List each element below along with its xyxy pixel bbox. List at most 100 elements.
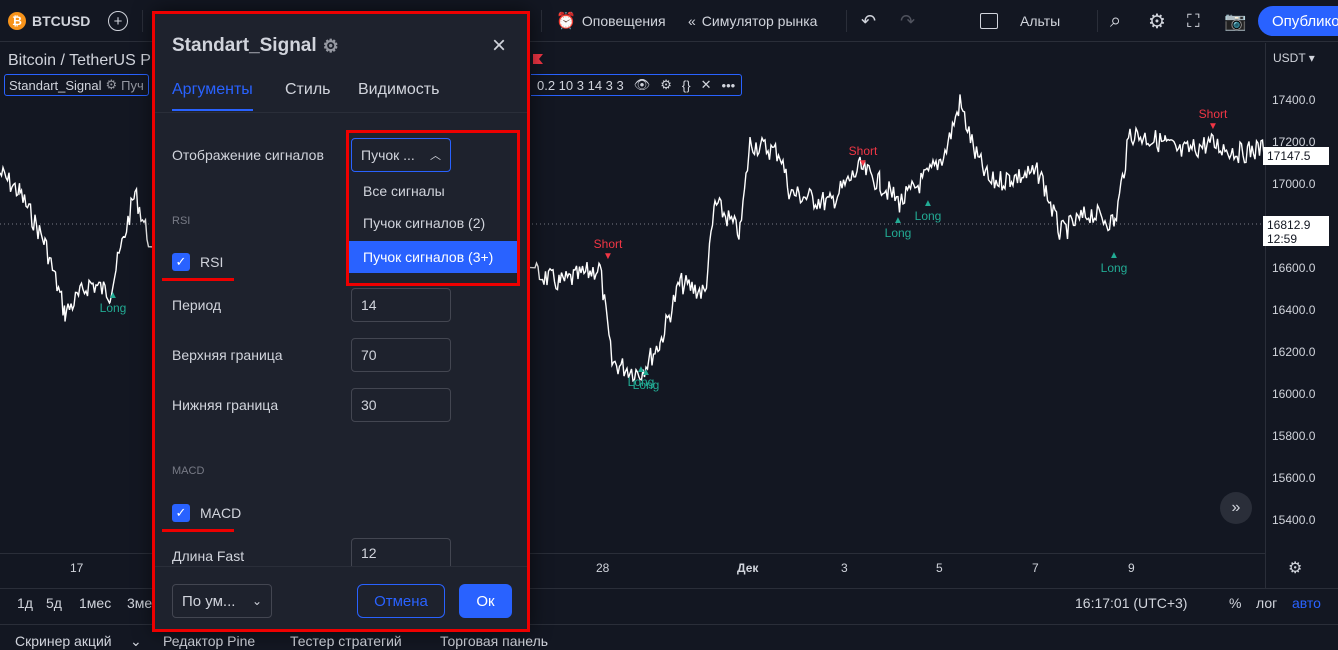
interval-5d[interactable]: 5д bbox=[46, 595, 62, 611]
undo-icon: ↶ bbox=[861, 10, 877, 31]
interval-3m[interactable]: 3ме bbox=[127, 595, 152, 611]
replay-button[interactable]: « Симулятор рынка bbox=[688, 0, 817, 42]
macd-checkbox[interactable]: ✓ MACD bbox=[172, 504, 241, 522]
tab-pine-editor[interactable]: Редактор Pine bbox=[163, 633, 255, 649]
snapshot-button[interactable]: 📷 bbox=[1224, 0, 1246, 42]
signal-display-value: Пучок ... bbox=[361, 147, 415, 163]
redo-button[interactable]: ↷ bbox=[900, 0, 915, 42]
tab-arguments[interactable]: Аргументы bbox=[172, 81, 253, 111]
arrow-down-icon: ▼ bbox=[858, 158, 868, 169]
lower-bound-input[interactable]: 30 bbox=[351, 388, 451, 422]
more-icon[interactable]: ••• bbox=[722, 78, 736, 93]
interval-1d[interactable]: 1д bbox=[17, 595, 33, 611]
alerts-text-button[interactable]: Альты bbox=[1020, 0, 1060, 42]
fullscreen-icon: ⛶ bbox=[1187, 10, 1200, 31]
divider bbox=[541, 10, 542, 32]
signal-label: Long bbox=[914, 209, 942, 223]
gear-icon: ⚙ bbox=[1148, 10, 1166, 33]
upper-bound-input[interactable]: 70 bbox=[351, 338, 451, 372]
indicator-params: 0.2 10 3 14 3 3 👁 ⚙ {} ✕ ••• bbox=[531, 74, 743, 96]
symbol-button[interactable]: ₿ BTCUSD bbox=[8, 0, 90, 42]
checkmark-icon: ✓ bbox=[172, 253, 190, 271]
percent-toggle[interactable]: % bbox=[1229, 595, 1241, 611]
eye-icon[interactable]: 👁 bbox=[634, 77, 651, 93]
tab-style[interactable]: Стиль bbox=[285, 81, 331, 109]
params-text: 0.2 10 3 14 3 3 bbox=[537, 77, 624, 93]
signal-label: Long bbox=[632, 378, 660, 392]
signal-marker-short: Short ▼ bbox=[1188, 107, 1238, 132]
signal-display-dropdown: Все сигналы Пучок сигналов (2) Пучок сиг… bbox=[349, 175, 517, 277]
divider bbox=[1097, 10, 1098, 32]
time-tick: 7 bbox=[1032, 561, 1039, 575]
indicator-settings-dialog: Standart_Signal ⚙ × Аргументы Стиль Види… bbox=[154, 11, 530, 632]
search-button[interactable]: ⌕ bbox=[1110, 0, 1121, 42]
settings-button[interactable]: ⚙ bbox=[1148, 0, 1166, 42]
option-cluster-3plus[interactable]: Пучок сигналов (3+) bbox=[349, 241, 517, 273]
tab-visibility[interactable]: Видимость bbox=[358, 81, 439, 109]
layout-button[interactable] bbox=[980, 0, 998, 42]
signal-display-select[interactable]: Пучок ... ︿ bbox=[351, 138, 451, 172]
close-button[interactable]: × bbox=[489, 34, 509, 58]
axis-settings-icon[interactable]: ⚙ bbox=[1288, 558, 1302, 578]
rsi-checkbox-label: RSI bbox=[200, 254, 224, 270]
indicator-legend[interactable]: Standart_Signal ⚙ Пуч bbox=[4, 74, 149, 96]
price-tick: 16400.0 bbox=[1272, 303, 1316, 317]
option-cluster-2[interactable]: Пучок сигналов (2) bbox=[349, 207, 517, 239]
chart-title: Bitcoin / TetherUS P bbox=[8, 52, 151, 69]
rewind-icon: « bbox=[688, 13, 696, 29]
arrow-up-icon: ▲ bbox=[923, 198, 933, 209]
add-symbol-button[interactable]: + bbox=[108, 0, 128, 42]
time-tick: 17 bbox=[70, 561, 84, 575]
crosshair-price-label: 16812.9 12:59 bbox=[1263, 216, 1329, 246]
arrow-down-icon: ▼ bbox=[1208, 121, 1218, 132]
chevron-down-icon[interactable]: ⌄ bbox=[130, 633, 142, 650]
price-tick: 17000.0 bbox=[1272, 177, 1316, 191]
gear-icon[interactable]: ⚙ bbox=[660, 77, 672, 93]
camera-icon: 📷 bbox=[1224, 10, 1247, 31]
currency-selector[interactable]: USDT ▾ bbox=[1273, 51, 1315, 65]
signal-display-label: Отображение сигналов bbox=[172, 147, 324, 163]
defaults-select[interactable]: По ум... ⌄ bbox=[172, 584, 272, 618]
log-toggle[interactable]: лог bbox=[1256, 595, 1277, 611]
close-icon[interactable]: ✕ bbox=[701, 77, 712, 93]
signal-label: Long bbox=[1100, 261, 1128, 275]
price-tick: 15600.0 bbox=[1272, 471, 1316, 485]
interval-1m[interactable]: 1мес bbox=[79, 595, 111, 611]
publish-button[interactable]: Опублико bbox=[1258, 6, 1338, 36]
redo-icon: ↷ bbox=[900, 10, 916, 31]
indicator-suffix: Пуч bbox=[121, 77, 144, 93]
period-label: Период bbox=[172, 297, 222, 313]
time-tick: Дек bbox=[737, 561, 759, 575]
ok-button[interactable]: Ок bbox=[459, 584, 512, 618]
tab-stock-screener[interactable]: Скринер акций bbox=[15, 633, 112, 649]
period-input[interactable]: 14 bbox=[351, 288, 451, 322]
signal-label: Short bbox=[1198, 107, 1228, 121]
replay-label: Симулятор рынка bbox=[701, 13, 818, 29]
signal-marker-long: ▲ Long bbox=[1089, 250, 1139, 275]
chevron-up-icon: ︿ bbox=[430, 150, 441, 162]
price-tick: 17400.0 bbox=[1272, 93, 1316, 107]
fullscreen-button[interactable]: ⛶ bbox=[1187, 0, 1200, 42]
alerts-button[interactable]: ⏰ Оповещения bbox=[556, 0, 666, 42]
scroll-to-realtime-button[interactable]: » bbox=[1220, 492, 1252, 524]
option-all-signals[interactable]: Все сигналы bbox=[349, 175, 517, 207]
tab-trading-panel[interactable]: Торговая панель bbox=[440, 633, 548, 649]
auto-toggle[interactable]: авто bbox=[1292, 595, 1321, 611]
cancel-button[interactable]: Отмена bbox=[357, 584, 445, 618]
arrow-up-icon: ▲ bbox=[641, 367, 651, 378]
fast-length-input[interactable]: 12 bbox=[351, 538, 451, 566]
source-code-icon[interactable]: {} bbox=[682, 78, 691, 93]
divider bbox=[846, 10, 847, 32]
signal-label: Short bbox=[848, 144, 878, 158]
clock-time[interactable]: 16:17:01 (UTC+3) bbox=[1075, 595, 1187, 611]
tab-strategy-tester[interactable]: Тестер стратегий bbox=[290, 633, 402, 649]
defaults-label: По ум... bbox=[182, 592, 236, 610]
signal-marker-short: Short ▼ bbox=[838, 144, 888, 169]
macd-checkbox-label: MACD bbox=[200, 505, 242, 521]
alarm-clock-icon: ⏰ bbox=[556, 13, 576, 30]
rsi-checkbox[interactable]: ✓ RSI bbox=[172, 253, 223, 271]
dialog-title-text: Standart_Signal bbox=[172, 35, 317, 56]
signal-label: Long bbox=[884, 226, 912, 240]
upper-bound-label: Верхняя граница bbox=[172, 347, 283, 363]
undo-button[interactable]: ↶ bbox=[861, 0, 876, 42]
